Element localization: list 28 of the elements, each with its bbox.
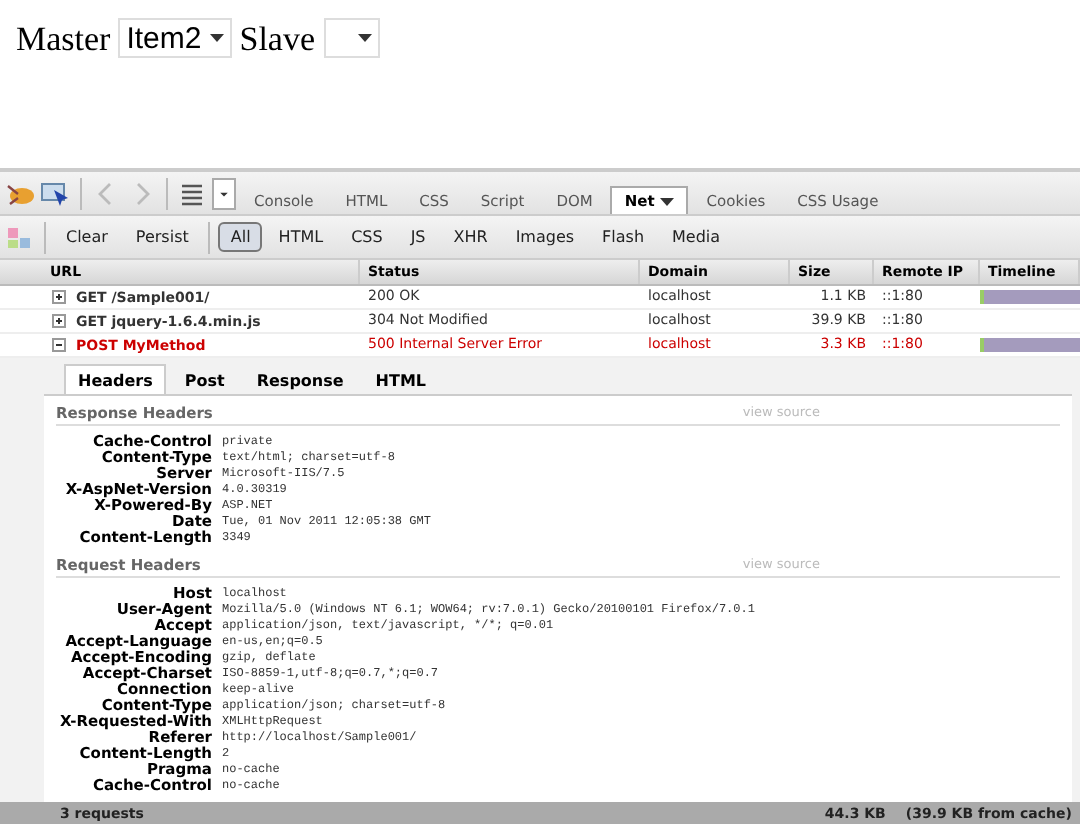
filter-button[interactable]: All: [218, 222, 263, 252]
inspect-icon[interactable]: [40, 179, 72, 207]
filter-button[interactable]: Media: [660, 222, 733, 252]
slave-select[interactable]: [323, 18, 380, 58]
expand-icon[interactable]: [52, 290, 66, 304]
detail-tab[interactable]: Response: [242, 364, 358, 394]
caret-icon: [357, 34, 372, 42]
filter-button[interactable]: XHR: [441, 222, 500, 252]
expand-icon[interactable]: [52, 314, 66, 328]
caret-icon: [660, 197, 675, 205]
master-label: Master: [16, 18, 111, 62]
detail-tab[interactable]: Headers: [64, 364, 167, 394]
filter-button[interactable]: Images: [503, 222, 587, 252]
filter-button[interactable]: HTML: [266, 222, 336, 252]
net-icon: [4, 223, 36, 251]
collapse-icon[interactable]: [52, 338, 66, 352]
caret-icon: [209, 34, 224, 42]
master-select[interactable]: Item2: [118, 18, 232, 58]
menu-icon[interactable]: [176, 179, 208, 207]
filter-button[interactable]: CSS: [339, 222, 395, 252]
toolbar-button[interactable]: Persist: [123, 222, 201, 252]
detail-tab[interactable]: HTML: [361, 364, 441, 394]
filter-button[interactable]: Flash: [590, 222, 657, 252]
slave-label: Slave: [239, 18, 316, 62]
detail-tab[interactable]: Post: [170, 364, 239, 394]
filter-button[interactable]: JS: [398, 222, 438, 252]
toolbar-button[interactable]: Clear: [54, 222, 120, 252]
bug-icon[interactable]: [4, 179, 36, 207]
